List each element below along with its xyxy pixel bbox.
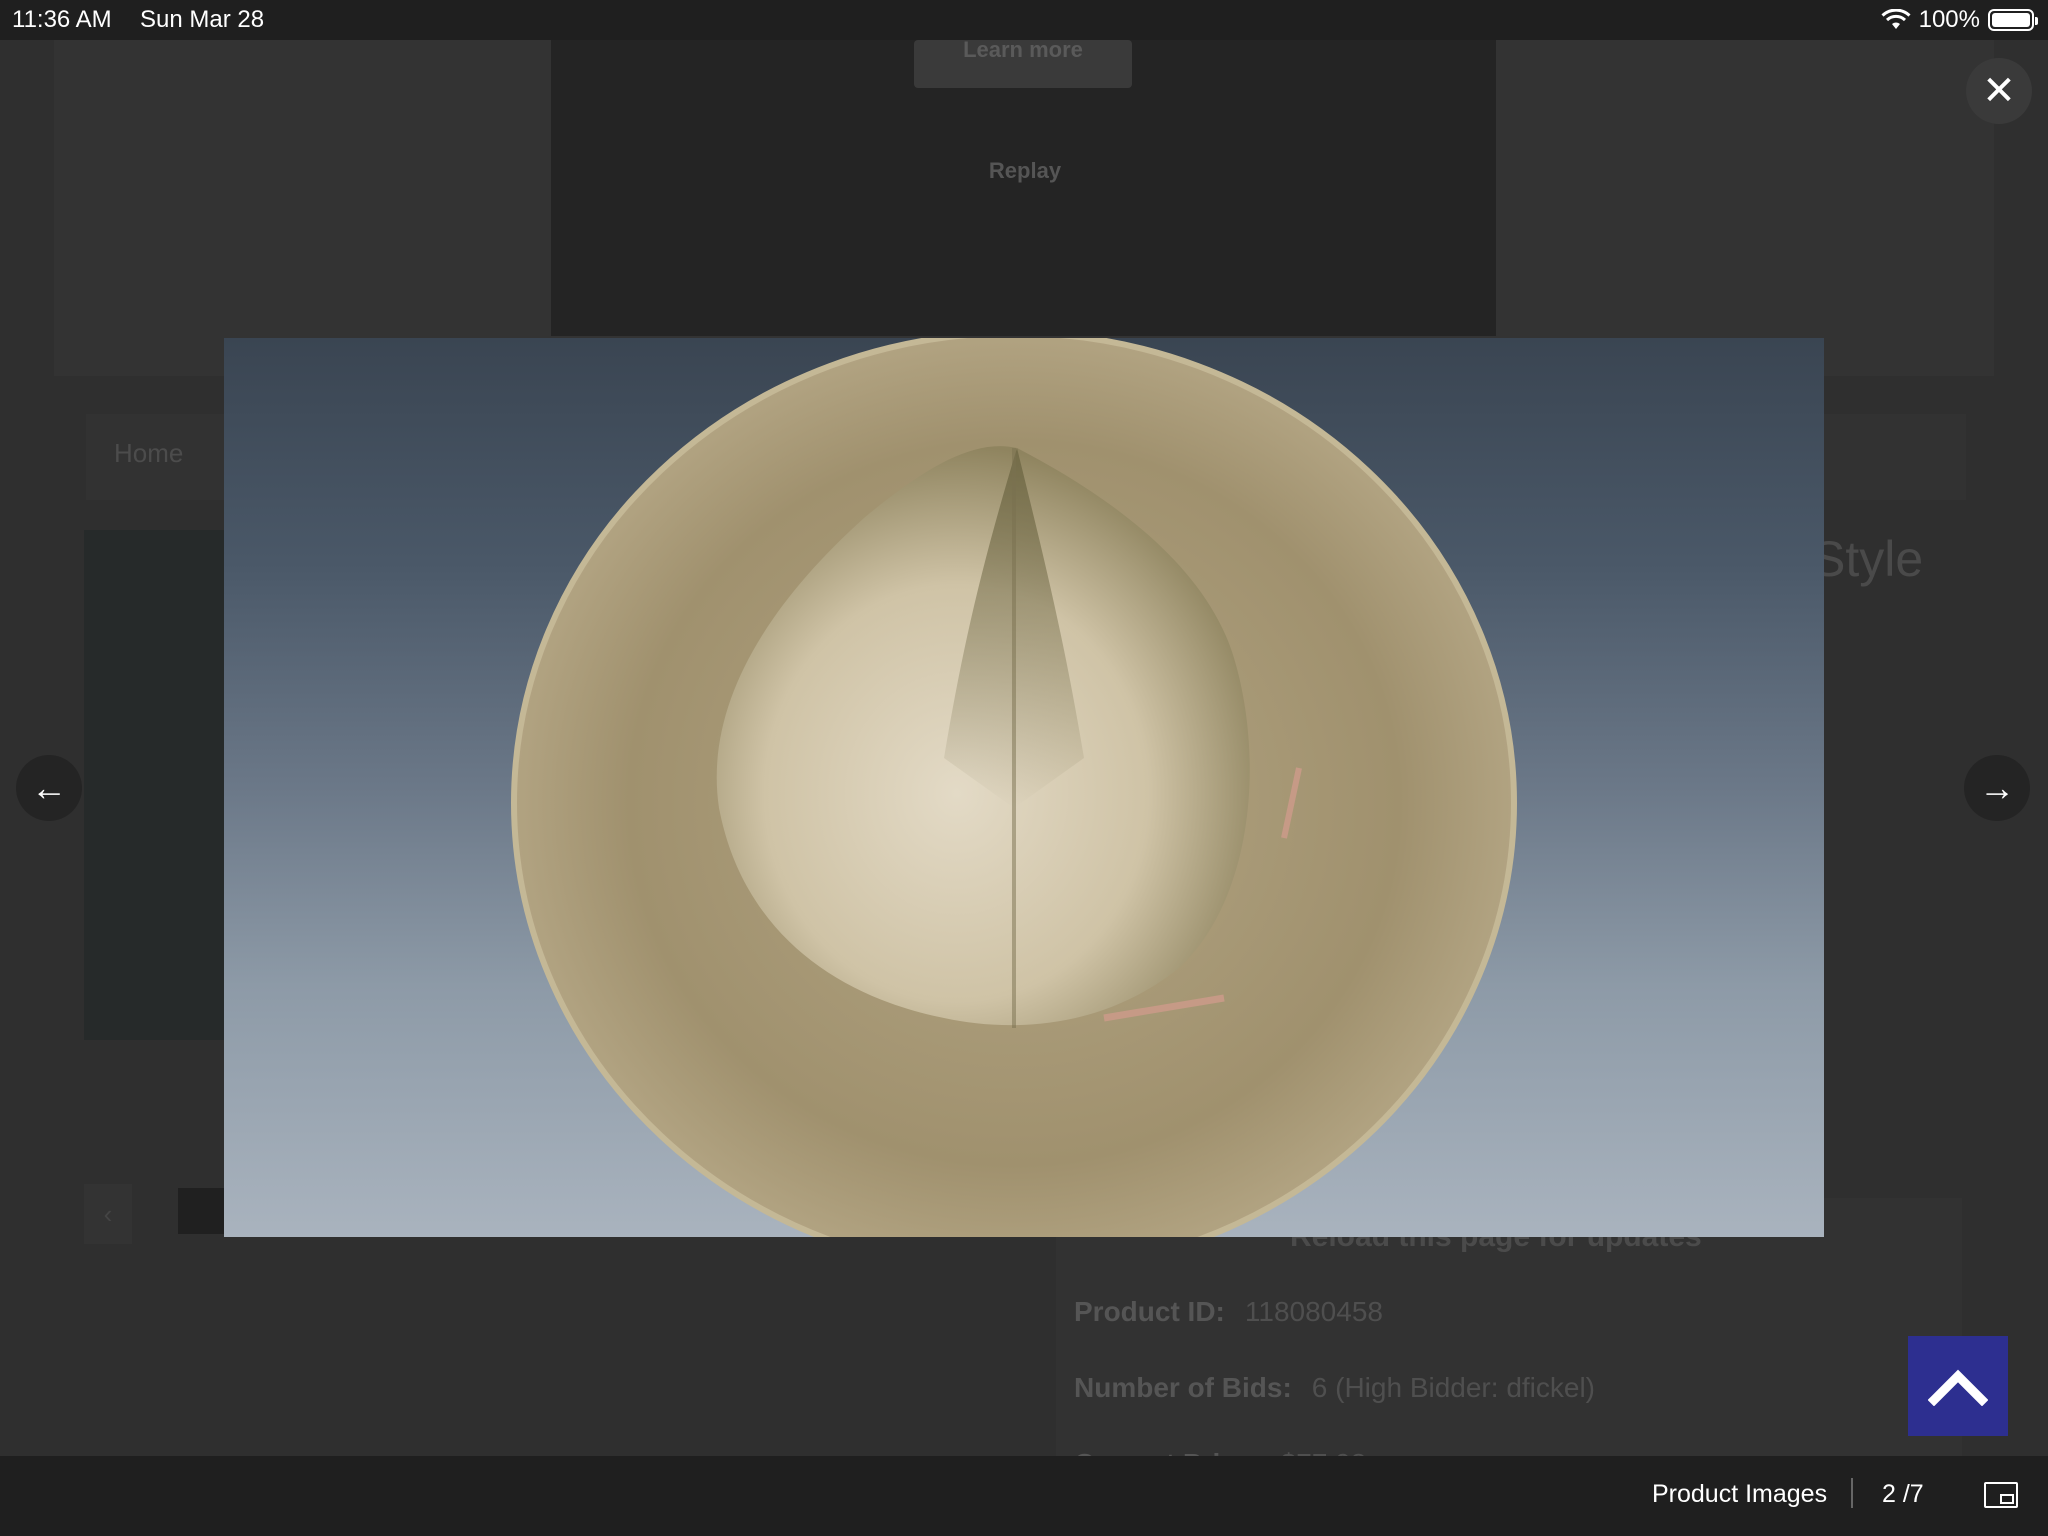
status-right: 100% bbox=[1881, 6, 2038, 34]
wifi-icon bbox=[1881, 9, 1911, 29]
product-id-value: 118080458 bbox=[1244, 1296, 1383, 1327]
breadcrumb-home: Home bbox=[114, 438, 184, 468]
replay-button: Replay bbox=[988, 158, 1062, 183]
arrow-right-icon: → bbox=[1979, 767, 2015, 808]
bids-label: Number of Bids: bbox=[1074, 1372, 1292, 1403]
status-time: 11:36 AM bbox=[12, 6, 112, 33]
bids-row: Number of Bids: 6 (High Bidder: dfickel) bbox=[1074, 1372, 1595, 1404]
product-id-label: Product ID: bbox=[1074, 1296, 1225, 1327]
product-image[interactable] bbox=[224, 338, 1824, 1237]
status-date: Sun Mar 28 bbox=[140, 6, 265, 33]
image-counter: 2 /7 bbox=[1882, 1480, 1924, 1508]
previous-image-button[interactable]: ← bbox=[16, 755, 82, 821]
thumb-prev-icon: ‹ bbox=[84, 1184, 132, 1244]
product-id-row: Product ID: 118080458 bbox=[1074, 1296, 1383, 1328]
gallery-label: Product Images bbox=[1652, 1480, 1828, 1508]
picture-in-picture-icon[interactable] bbox=[1984, 1482, 2018, 1508]
status-bar: 11:36 AM Sun Mar 28 100% bbox=[0, 0, 2048, 40]
product-title-fragment: Style bbox=[1812, 531, 1924, 587]
arrow-left-icon: ← bbox=[31, 767, 67, 808]
close-button[interactable]: ✕ bbox=[1966, 58, 2032, 124]
close-icon: ✕ bbox=[1982, 69, 2016, 113]
next-image-button[interactable]: → bbox=[1964, 755, 2030, 821]
battery-icon bbox=[1988, 9, 2038, 31]
chevron-up-icon bbox=[1928, 1369, 1988, 1406]
battery-percent: 100% bbox=[1918, 6, 1980, 33]
scroll-to-top-button[interactable] bbox=[1908, 1336, 2008, 1436]
learn-more-button: Learn more bbox=[914, 39, 1132, 88]
product-thumbnail bbox=[178, 1188, 226, 1234]
lightbox-footer: Product Images 2 /7 bbox=[0, 1456, 2048, 1536]
bids-value: 6 (High Bidder: dfickel) bbox=[1311, 1372, 1596, 1403]
footer-divider bbox=[1851, 1478, 1853, 1508]
campaign-hat-photo bbox=[511, 338, 1517, 1237]
